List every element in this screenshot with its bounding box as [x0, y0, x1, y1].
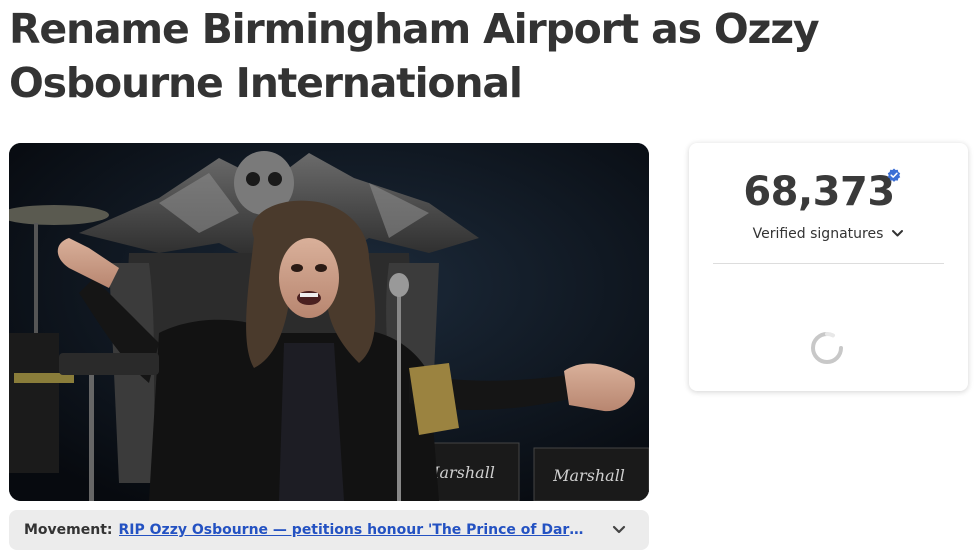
chevron-down-icon[interactable] — [604, 515, 634, 545]
signature-card: 68,373 Verified signatures — [689, 143, 968, 391]
verified-signatures-toggle[interactable]: Verified signatures — [689, 226, 968, 242]
verified-badge-icon — [887, 167, 901, 186]
hero-image: Marshall Marshall — [9, 143, 649, 501]
divider — [713, 263, 944, 264]
movement-bar: Movement: RIP Ozzy Osbourne — petitions … — [9, 510, 649, 550]
amp-logo-right: Marshall — [552, 466, 625, 485]
chevron-down-icon — [891, 226, 904, 242]
movement-label: Movement: — [24, 522, 113, 538]
signature-count: 68,373 — [743, 169, 895, 215]
movement-link[interactable]: RIP Ozzy Osbourne — petitions honour 'Th… — [119, 522, 589, 538]
verified-signatures-label: Verified signatures — [752, 226, 884, 242]
loading-spinner-icon — [807, 328, 847, 372]
petition-title: Rename Birmingham Airport as Ozzy Osbour… — [9, 5, 820, 107]
